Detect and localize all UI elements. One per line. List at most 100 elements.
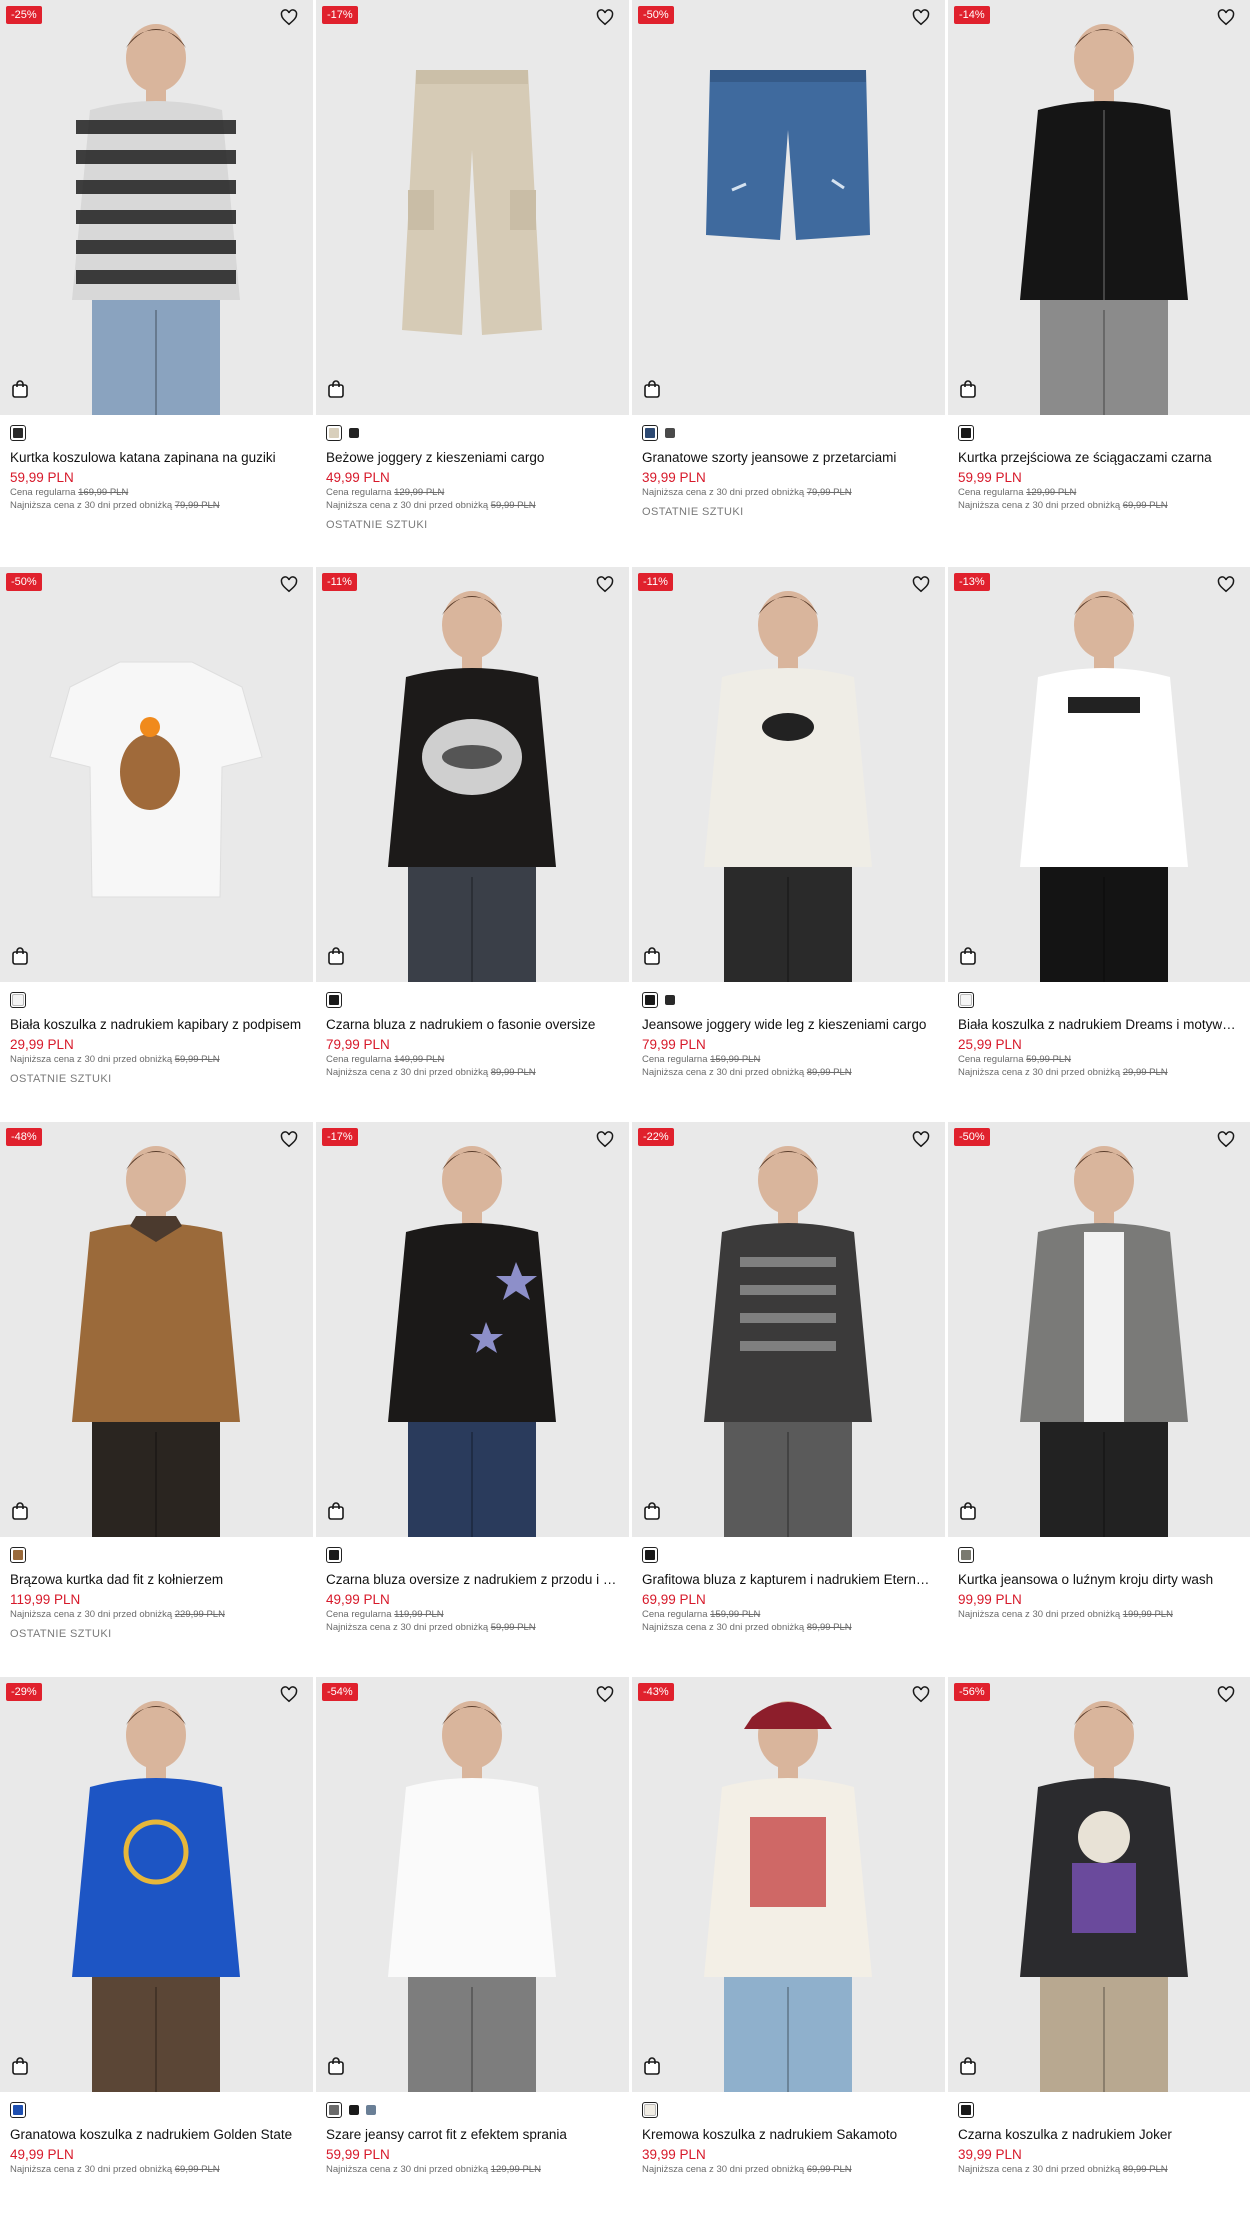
heart-icon[interactable]: [1217, 576, 1241, 600]
heart-icon[interactable]: [1217, 9, 1241, 33]
shopping-bag-icon[interactable]: [642, 946, 668, 972]
product-image[interactable]: -48%: [0, 1122, 313, 1537]
color-swatch-selected[interactable]: [642, 2102, 658, 2118]
heart-icon[interactable]: [1217, 1686, 1241, 1710]
heart-icon[interactable]: [280, 1686, 304, 1710]
product-name[interactable]: Biała koszulka z nadrukiem Dreams i moty…: [958, 1016, 1240, 1033]
color-swatch-selected[interactable]: [326, 2102, 342, 2118]
product-card[interactable]: -54% Szare jeansy carrot fit z efektem s…: [316, 1677, 629, 2232]
product-card[interactable]: -22% Grafitowa bluza z kapturem i nadruk…: [632, 1122, 945, 1677]
product-image[interactable]: -50%: [632, 0, 945, 415]
product-card[interactable]: -56% Czarna koszulka z nadrukiem Joker 3…: [948, 1677, 1250, 2232]
color-swatch-selected[interactable]: [10, 992, 26, 1008]
product-name[interactable]: Czarna koszulka z nadrukiem Joker: [958, 2126, 1240, 2143]
heart-icon[interactable]: [912, 1131, 936, 1155]
color-swatch-selected[interactable]: [10, 2102, 26, 2118]
product-name[interactable]: Szare jeansy carrot fit z efektem sprani…: [326, 2126, 619, 2143]
product-image[interactable]: -22%: [632, 1122, 945, 1537]
color-swatch[interactable]: [366, 2105, 376, 2115]
color-swatch-selected[interactable]: [326, 1547, 342, 1563]
shopping-bag-icon[interactable]: [642, 1501, 668, 1527]
heart-icon[interactable]: [912, 9, 936, 33]
product-image[interactable]: -43%: [632, 1677, 945, 2092]
product-name[interactable]: Kremowa koszulka z nadrukiem Sakamoto: [642, 2126, 935, 2143]
shopping-bag-icon[interactable]: [958, 946, 984, 972]
heart-icon[interactable]: [912, 1686, 936, 1710]
product-name[interactable]: Granatowe szorty jeansowe z przetarciami: [642, 449, 935, 466]
color-swatch-selected[interactable]: [326, 992, 342, 1008]
product-name[interactable]: Beżowe joggery z kieszeniami cargo: [326, 449, 619, 466]
product-name[interactable]: Kurtka przejściowa ze ściągaczami czarna: [958, 449, 1240, 466]
color-swatch-selected[interactable]: [958, 2102, 974, 2118]
shopping-bag-icon[interactable]: [326, 2056, 352, 2082]
product-name[interactable]: Kurtka koszulowa katana zapinana na guzi…: [10, 449, 303, 466]
heart-icon[interactable]: [280, 576, 304, 600]
heart-icon[interactable]: [596, 1686, 620, 1710]
product-name[interactable]: Biała koszulka z nadrukiem kapibary z po…: [10, 1016, 303, 1033]
product-card[interactable]: -14% Kurtka przejściowa ze ściągaczami c…: [948, 0, 1250, 555]
shopping-bag-icon[interactable]: [10, 1501, 36, 1527]
heart-icon[interactable]: [1217, 1131, 1241, 1155]
color-swatch[interactable]: [349, 428, 359, 438]
shopping-bag-icon[interactable]: [10, 379, 36, 405]
product-name[interactable]: Granatowa koszulka z nadrukiem Golden St…: [10, 2126, 303, 2143]
product-card[interactable]: -50% Biała koszulka z nadrukiem kapibary…: [0, 567, 313, 1122]
product-image[interactable]: -56%: [948, 1677, 1250, 2092]
shopping-bag-icon[interactable]: [326, 946, 352, 972]
color-swatch[interactable]: [665, 995, 675, 1005]
product-card[interactable]: -25% Kurtka koszulowa katana zapinana na…: [0, 0, 313, 555]
product-image[interactable]: -50%: [0, 567, 313, 982]
product-card[interactable]: -50% Kurtka jeansowa o luźnym kroju dirt…: [948, 1122, 1250, 1677]
product-name[interactable]: Grafitowa bluza z kapturem i nadrukiem E…: [642, 1571, 935, 1588]
shopping-bag-icon[interactable]: [642, 2056, 668, 2082]
color-swatch-selected[interactable]: [10, 425, 26, 441]
color-swatch-selected[interactable]: [642, 992, 658, 1008]
color-swatch-selected[interactable]: [642, 1547, 658, 1563]
product-card[interactable]: -17% Czarna bluza oversize z nadrukiem z…: [316, 1122, 629, 1677]
product-image[interactable]: -17%: [316, 1122, 629, 1537]
heart-icon[interactable]: [280, 1131, 304, 1155]
heart-icon[interactable]: [280, 9, 304, 33]
product-image[interactable]: -50%: [948, 1122, 1250, 1537]
product-name[interactable]: Jeansowe joggery wide leg z kieszeniami …: [642, 1016, 935, 1033]
product-image[interactable]: -11%: [316, 567, 629, 982]
heart-icon[interactable]: [596, 576, 620, 600]
product-card[interactable]: -11% Czarna bluza z nadrukiem o fasonie …: [316, 567, 629, 1122]
product-card[interactable]: -13% Biała koszulka z nadrukiem Dreams i…: [948, 567, 1250, 1122]
product-image[interactable]: -25%: [0, 0, 313, 415]
color-swatch[interactable]: [349, 2105, 359, 2115]
heart-icon[interactable]: [596, 1131, 620, 1155]
product-card[interactable]: -43% Kremowa koszulka z nadrukiem Sakamo…: [632, 1677, 945, 2232]
heart-icon[interactable]: [912, 576, 936, 600]
shopping-bag-icon[interactable]: [958, 1501, 984, 1527]
product-image[interactable]: -17%: [316, 0, 629, 415]
heart-icon[interactable]: [596, 9, 620, 33]
product-name[interactable]: Brązowa kurtka dad fit z kołnierzem: [10, 1571, 303, 1588]
color-swatch-selected[interactable]: [642, 425, 658, 441]
product-image[interactable]: -14%: [948, 0, 1250, 415]
product-image[interactable]: -11%: [632, 567, 945, 982]
product-image[interactable]: -29%: [0, 1677, 313, 2092]
shopping-bag-icon[interactable]: [958, 2056, 984, 2082]
product-card[interactable]: -29% Granatowa koszulka z nadrukiem Gold…: [0, 1677, 313, 2232]
product-name[interactable]: Czarna bluza z nadrukiem o fasonie overs…: [326, 1016, 619, 1033]
shopping-bag-icon[interactable]: [10, 946, 36, 972]
shopping-bag-icon[interactable]: [642, 379, 668, 405]
color-swatch[interactable]: [665, 428, 675, 438]
product-card[interactable]: -11% Jeansowe joggery wide leg z kieszen…: [632, 567, 945, 1122]
color-swatch-selected[interactable]: [958, 425, 974, 441]
product-name[interactable]: Kurtka jeansowa o luźnym kroju dirty was…: [958, 1571, 1240, 1588]
color-swatch-selected[interactable]: [326, 425, 342, 441]
shopping-bag-icon[interactable]: [326, 379, 352, 405]
product-name[interactable]: Czarna bluza oversize z nadrukiem z przo…: [326, 1571, 619, 1588]
product-image[interactable]: -13%: [948, 567, 1250, 982]
product-card[interactable]: -50% Granatowe szorty jeansowe z przetar…: [632, 0, 945, 555]
product-card[interactable]: -48% Brązowa kurtka dad fit z kołnierzem…: [0, 1122, 313, 1677]
color-swatch-selected[interactable]: [958, 992, 974, 1008]
shopping-bag-icon[interactable]: [958, 379, 984, 405]
color-swatch-selected[interactable]: [10, 1547, 26, 1563]
shopping-bag-icon[interactable]: [326, 1501, 352, 1527]
color-swatch-selected[interactable]: [958, 1547, 974, 1563]
shopping-bag-icon[interactable]: [10, 2056, 36, 2082]
product-image[interactable]: -54%: [316, 1677, 629, 2092]
